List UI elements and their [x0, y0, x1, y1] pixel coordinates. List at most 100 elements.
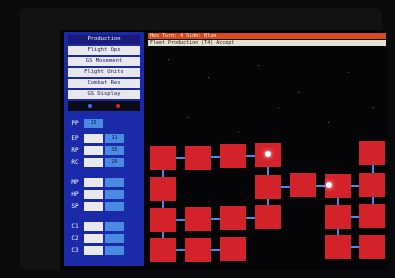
stat-row: EP 11: [68, 133, 140, 144]
menu-flight-units-button[interactable]: Flight Units: [68, 68, 140, 77]
stat-value: 15: [84, 119, 103, 128]
star: [328, 122, 329, 123]
route-connector: [316, 185, 325, 187]
route-connector: [337, 198, 339, 205]
menu-flight-ops-button[interactable]: Flight Ops: [68, 46, 140, 55]
stat-label: C2: [71, 235, 79, 242]
route-connector: [246, 155, 255, 157]
stat-value: [105, 222, 124, 231]
stat-row: C2: [68, 233, 140, 244]
route-connector: [281, 186, 290, 188]
stat-toggle[interactable]: [84, 178, 103, 187]
hex-block[interactable]: [220, 237, 246, 261]
stat-value: 35: [105, 146, 124, 155]
stat-row: PP 15: [68, 118, 140, 129]
stat-label: HP: [71, 191, 79, 198]
stat-row: MP: [68, 177, 140, 188]
route-connector: [176, 219, 185, 221]
hex-block[interactable]: [359, 204, 385, 228]
stat-value: [105, 202, 124, 211]
stat-label: C1: [71, 223, 79, 230]
route-connector: [176, 249, 185, 251]
stat-toggle[interactable]: [84, 146, 103, 155]
hex-block[interactable]: [359, 173, 385, 197]
star: [373, 107, 374, 108]
stat-value: 26: [105, 158, 124, 167]
hex-block[interactable]: [290, 173, 316, 197]
star: [208, 77, 209, 78]
stat-row: RC 26: [68, 157, 140, 168]
red-status-dot: [116, 104, 120, 108]
menu-production-button[interactable]: Production: [68, 35, 140, 44]
route-connector: [246, 217, 255, 219]
hex-block[interactable]: [150, 238, 176, 262]
hex-block[interactable]: [359, 235, 385, 259]
stat-value: [105, 234, 124, 243]
star: [278, 107, 279, 108]
stat-value: 11: [105, 134, 124, 143]
hex-block[interactable]: [325, 235, 351, 259]
stat-row: RP 35: [68, 145, 140, 156]
stat-label: EP: [71, 135, 79, 142]
star: [298, 92, 299, 93]
star: [258, 65, 259, 66]
star: [348, 72, 349, 73]
route-connector: [162, 201, 164, 208]
route-connector: [211, 249, 220, 251]
blue-status-dot: [88, 104, 92, 108]
stat-label: PP: [71, 120, 79, 127]
hex-block[interactable]: [220, 206, 246, 230]
route-connector: [162, 232, 164, 238]
route-connector: [372, 165, 374, 173]
stat-value: [105, 190, 124, 199]
route-connector: [337, 229, 339, 235]
menu-gs-display-button[interactable]: GS Display: [68, 90, 140, 99]
stat-row: C1: [68, 221, 140, 232]
route-connector: [351, 216, 359, 218]
stat-toggle[interactable]: [84, 190, 103, 199]
crt-monitor: Production Flight Ops GS Movement Flight…: [20, 8, 388, 270]
hex-block[interactable]: [150, 146, 176, 170]
route-connector: [211, 218, 220, 220]
route-connector: [267, 167, 269, 175]
stat-toggle[interactable]: [84, 202, 103, 211]
hex-block[interactable]: [150, 208, 176, 232]
star: [188, 117, 189, 118]
stat-value: [105, 178, 124, 187]
stat-toggle[interactable]: [84, 158, 103, 167]
hex-block[interactable]: [255, 205, 281, 229]
hex-block[interactable]: [255, 175, 281, 199]
unit-marker[interactable]: [326, 182, 332, 188]
status-indicator-row: [68, 101, 140, 111]
menu-gs-movement-button[interactable]: GS Movement: [68, 57, 140, 66]
star: [168, 59, 169, 60]
turn-status-bar: Hex Turn: 4 Side: Blue: [148, 33, 386, 39]
star: [238, 132, 239, 133]
stat-value: [105, 246, 124, 255]
stat-toggle[interactable]: [84, 246, 103, 255]
hex-block[interactable]: [185, 238, 211, 262]
menu-combat-res-button[interactable]: Combat Res: [68, 79, 140, 88]
route-connector: [211, 156, 220, 158]
hex-block[interactable]: [185, 207, 211, 231]
hex-block[interactable]: [325, 205, 351, 229]
game-screen: Production Flight Ops GS Movement Flight…: [60, 30, 388, 270]
route-connector: [372, 197, 374, 204]
stat-row: SP: [68, 201, 140, 212]
hex-block[interactable]: [359, 141, 385, 165]
production-info-bar[interactable]: Fleet Production (T4) Accept: [148, 40, 386, 46]
hex-block[interactable]: [185, 146, 211, 170]
stat-label: C3: [71, 247, 79, 254]
selected-unit-marker[interactable]: [265, 151, 271, 157]
stat-toggle[interactable]: [84, 234, 103, 243]
hex-block[interactable]: [220, 144, 246, 168]
stat-toggle[interactable]: [84, 134, 103, 143]
map-grid[interactable]: [148, 47, 386, 267]
stat-label: SP: [71, 203, 79, 210]
stat-label: RC: [71, 159, 79, 166]
hex-block[interactable]: [150, 177, 176, 201]
command-panel: Production Flight Ops GS Movement Flight…: [64, 32, 144, 266]
stat-toggle[interactable]: [84, 222, 103, 231]
stat-row: HP: [68, 189, 140, 200]
stat-row: C3: [68, 245, 140, 256]
